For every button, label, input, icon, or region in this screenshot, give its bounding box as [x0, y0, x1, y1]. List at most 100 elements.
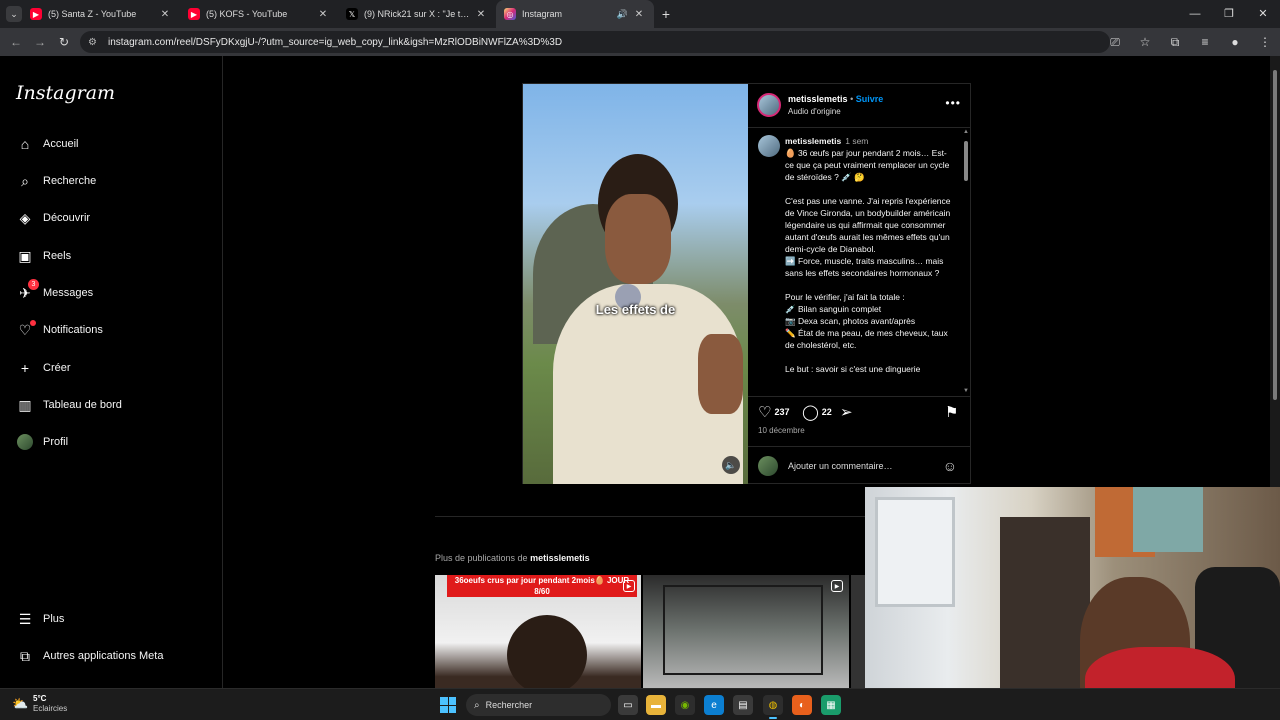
sidebar-item-label: Découvrir	[43, 212, 91, 224]
address-bar[interactable]: ⚙ instagram.com/reel/DSFyDKxgjU-/?utm_so…	[80, 31, 1110, 53]
extensions-icon[interactable]: ⧉	[1160, 35, 1190, 50]
like-button[interactable]: ♡ 237	[758, 403, 789, 421]
cast-icon[interactable]: ⎚	[1100, 35, 1130, 50]
minimize-icon[interactable]: —	[1178, 0, 1212, 28]
comment-icon: ◯	[802, 404, 819, 421]
file-explorer-icon[interactable]: ▬	[646, 695, 666, 715]
sidebar-item-tableau-de-bord[interactable]: ▥ Tableau de bord	[16, 393, 122, 417]
taskbar-search[interactable]: ⌕ Rechercher	[466, 694, 611, 716]
notification-dot	[30, 320, 36, 326]
tab-search-dropdown-icon[interactable]: ⌄	[6, 6, 22, 22]
post-thumbnail[interactable]: 36oeufs crus par jour pendant 2mois🥚 JOU…	[435, 575, 641, 688]
user-avatar	[758, 455, 778, 476]
sidebar-item-meta-apps[interactable]: ⧉ Autres applications Meta	[16, 644, 163, 668]
sidebar-item-label: Autres applications Meta	[43, 650, 164, 662]
mute-toggle-icon[interactable]: 🔈	[722, 456, 740, 474]
share-button[interactable]: ➢	[840, 403, 856, 421]
sidebar-item-label: Profil	[43, 436, 69, 448]
messenger-icon: ✈ 3	[16, 279, 39, 302]
close-tab-icon[interactable]: ✕	[474, 9, 488, 20]
weather-text: Eclaircies	[33, 704, 68, 713]
post-side-panel: metisslemetis • Suivre Audio d'origine •…	[748, 84, 971, 484]
maximize-icon[interactable]: ❐	[1212, 0, 1246, 28]
scroll-down-icon[interactable]: ▼	[963, 388, 969, 394]
store-icon[interactable]: ▤	[733, 695, 753, 715]
app-icon[interactable]: ▦	[821, 695, 841, 715]
follow-button[interactable]: Suivre	[856, 94, 884, 104]
home-icon: ⌂	[20, 136, 30, 152]
sidebar-item-label: Reels	[43, 250, 72, 262]
tab-instagram[interactable]: ◎ Instagram 🔊 ✕	[496, 0, 654, 28]
caption-line	[785, 183, 953, 195]
save-button[interactable]: ⚑	[945, 403, 961, 421]
caption-avatar[interactable]	[758, 135, 780, 157]
sidebar-item-creer[interactable]: + Créer	[16, 356, 71, 380]
close-tab-icon[interactable]: ✕	[158, 9, 172, 20]
task-view-icon[interactable]: ▭	[618, 695, 638, 715]
search-icon: ⌕	[21, 172, 29, 189]
audio-link[interactable]: Audio d'origine	[788, 107, 841, 116]
edge-icon[interactable]: e	[704, 695, 724, 715]
windows-start-icon[interactable]	[440, 697, 456, 713]
profile-icon[interactable]: ●	[1220, 35, 1250, 49]
sidebar-item-profil[interactable]: Profil	[16, 430, 68, 454]
comment-input[interactable]: Ajouter un commentaire…	[788, 461, 943, 471]
more-options-icon[interactable]: •••	[945, 96, 961, 110]
sidebar-item-reels[interactable]: ▣ Reels	[16, 244, 71, 268]
sidebar-item-decouvrir[interactable]: ◈ Découvrir	[16, 206, 90, 230]
site-info-icon[interactable]: ⚙	[88, 37, 102, 48]
scroll-thumb[interactable]	[964, 141, 968, 181]
meta-apps-icon: ⧉	[20, 647, 30, 664]
toolbar-actions: ⎚ ☆ ⧉ ≡ ● ⋮	[1100, 28, 1280, 56]
close-tab-icon[interactable]: ✕	[632, 9, 646, 20]
caption-username[interactable]: metisslemetis	[785, 136, 841, 146]
dashboard-icon: ▥	[18, 396, 32, 413]
post-thumbnail[interactable]	[851, 575, 865, 688]
browser-menu-icon[interactable]: ⋮	[1250, 35, 1280, 49]
media-icon[interactable]: ≡	[1190, 35, 1220, 49]
more-posts-username[interactable]: metisslemetis	[530, 553, 590, 563]
sidebar-item-accueil[interactable]: ⌂ Accueil	[16, 132, 79, 156]
caption-line: 🥚 36 œufs par jour pendant 2 mois… Est-c…	[785, 148, 950, 182]
heart-icon: ♡	[16, 320, 36, 339]
tab-nrick21[interactable]: 𝕏 (9) NRick21 sur X : "Je trouve q ✕	[338, 0, 496, 28]
firefox-icon[interactable]: ◐	[792, 695, 812, 715]
caption-scrollbar[interactable]: ▲ ▼	[963, 129, 969, 394]
nvidia-icon[interactable]: ◉	[675, 695, 695, 715]
speaker-icon[interactable]: 🔊	[617, 9, 628, 20]
author-avatar[interactable]	[757, 93, 781, 117]
emoji-icon[interactable]: ☺	[943, 458, 957, 474]
author-username[interactable]: metisslemetis	[788, 94, 848, 104]
page-scroll-thumb[interactable]	[1273, 70, 1277, 400]
avatar	[16, 433, 34, 451]
reel-video[interactable]: Les effets de 🔈	[523, 84, 748, 484]
reload-icon[interactable]: ↻	[52, 35, 76, 49]
compass-icon: ◈	[19, 209, 31, 226]
video-caption-overlay: Les effets de	[595, 302, 676, 317]
scroll-up-icon[interactable]: ▲	[963, 129, 969, 135]
divider	[435, 516, 865, 517]
sidebar-item-recherche[interactable]: ⌕ Recherche	[16, 169, 96, 193]
new-tab-button[interactable]: +	[654, 6, 678, 22]
post-thumbnail[interactable]: ▶	[643, 575, 849, 688]
comment-button[interactable]: ◯ 22	[802, 403, 832, 421]
close-tab-icon[interactable]: ✕	[316, 9, 330, 20]
more-posts-prefix: Plus de publications de	[435, 553, 528, 563]
forward-icon[interactable]: →	[28, 35, 52, 49]
temperature: 5°C	[33, 694, 47, 703]
sidebar-item-plus[interactable]: ☰ Plus	[16, 607, 65, 631]
instagram-logo[interactable]: Instagram	[16, 82, 115, 104]
sidebar-item-label: Créer	[43, 362, 71, 374]
tab-bar: ⌄ ▶ (5) Santa Z - YouTube ✕ ▶ (5) KOFS -…	[0, 0, 1280, 28]
tab-santa-z[interactable]: ▶ (5) Santa Z - YouTube ✕	[22, 0, 180, 28]
close-window-icon[interactable]: ✕	[1246, 0, 1280, 28]
back-icon[interactable]: ←	[4, 35, 28, 49]
bookmark-star-icon[interactable]: ☆	[1130, 35, 1160, 49]
sidebar-item-messages[interactable]: ✈ 3 Messages	[16, 279, 93, 305]
sidebar-item-notifications[interactable]: ♡ Notifications	[16, 318, 103, 342]
tab-kofs[interactable]: ▶ (5) KOFS - YouTube ✕	[180, 0, 338, 28]
more-posts-title: Plus de publications de metisslemetis	[435, 553, 590, 563]
chrome-icon[interactable]: ◍	[763, 695, 783, 719]
weather-widget[interactable]: ⛅ 5°C Eclaircies	[12, 694, 67, 714]
instagram-icon: ◎	[504, 8, 516, 20]
